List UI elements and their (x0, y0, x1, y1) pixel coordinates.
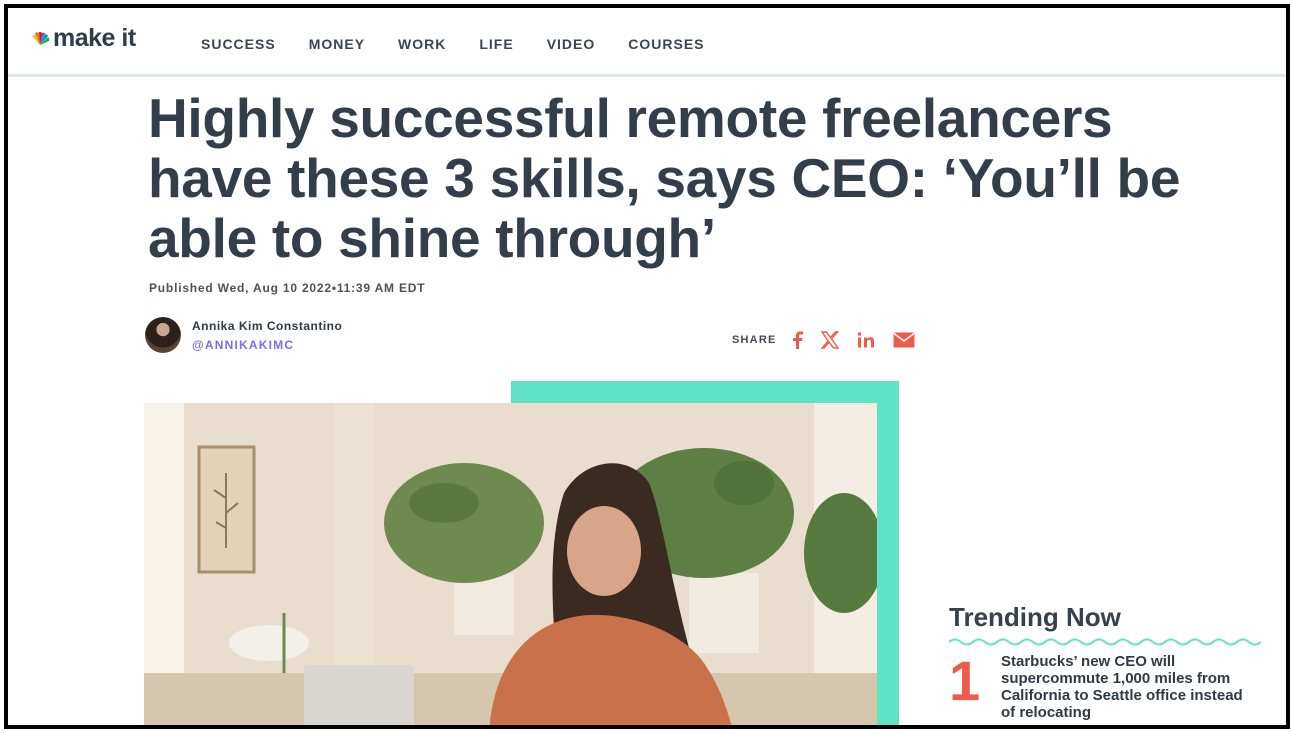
linkedin-icon[interactable] (857, 332, 875, 348)
top-navigation: make it SUCCESS MONEY WORK LIFE VIDEO CO… (8, 8, 1286, 77)
author-handle[interactable]: @ANNIKAKIMC (192, 338, 342, 352)
nav-video[interactable]: VIDEO (547, 36, 596, 52)
trending-now-panel: Trending Now 1 Starbucks’ new CEO will s… (949, 602, 1269, 721)
trending-title: Trending Now (949, 602, 1121, 632)
nav-money[interactable]: MONEY (309, 36, 365, 52)
main-menu: SUCCESS MONEY WORK LIFE VIDEO COURSES (201, 36, 738, 52)
browser-frame: make it SUCCESS MONEY WORK LIFE VIDEO CO… (4, 4, 1290, 729)
share-label: SHARE (732, 334, 777, 346)
trending-number: 1 (949, 649, 981, 712)
nav-success[interactable]: SUCCESS (201, 36, 276, 52)
author-name[interactable]: Annika Kim Constantino (192, 319, 342, 333)
share-bar: SHARE (732, 331, 933, 349)
email-icon[interactable] (893, 332, 915, 348)
wave-divider (949, 638, 1261, 646)
hero-photo-illustration (144, 403, 877, 725)
author-byline: Annika Kim Constantino @ANNIKAKIMC (145, 317, 342, 353)
nav-courses[interactable]: COURSES (628, 36, 704, 52)
make-it-logo[interactable]: make it (30, 24, 136, 53)
published-date: Published Wed, Aug 10 2022•11:39 AM EDT (149, 281, 426, 295)
hero-image[interactable] (144, 403, 877, 725)
trending-item[interactable]: 1 Starbucks’ new CEO will supercommute 1… (949, 649, 1269, 722)
trending-headline[interactable]: Starbucks’ new CEO will supercommute 1,0… (1001, 653, 1261, 721)
nav-work[interactable]: WORK (398, 36, 446, 52)
x-icon[interactable] (820, 331, 839, 349)
facebook-icon[interactable] (791, 331, 803, 349)
nav-life[interactable]: LIFE (479, 36, 513, 52)
logo-text: make it (53, 24, 136, 52)
article-headline: Highly successful remote freelancers hav… (148, 87, 1181, 269)
author-avatar[interactable] (145, 317, 181, 353)
cnbc-peacock-icon (32, 31, 50, 45)
